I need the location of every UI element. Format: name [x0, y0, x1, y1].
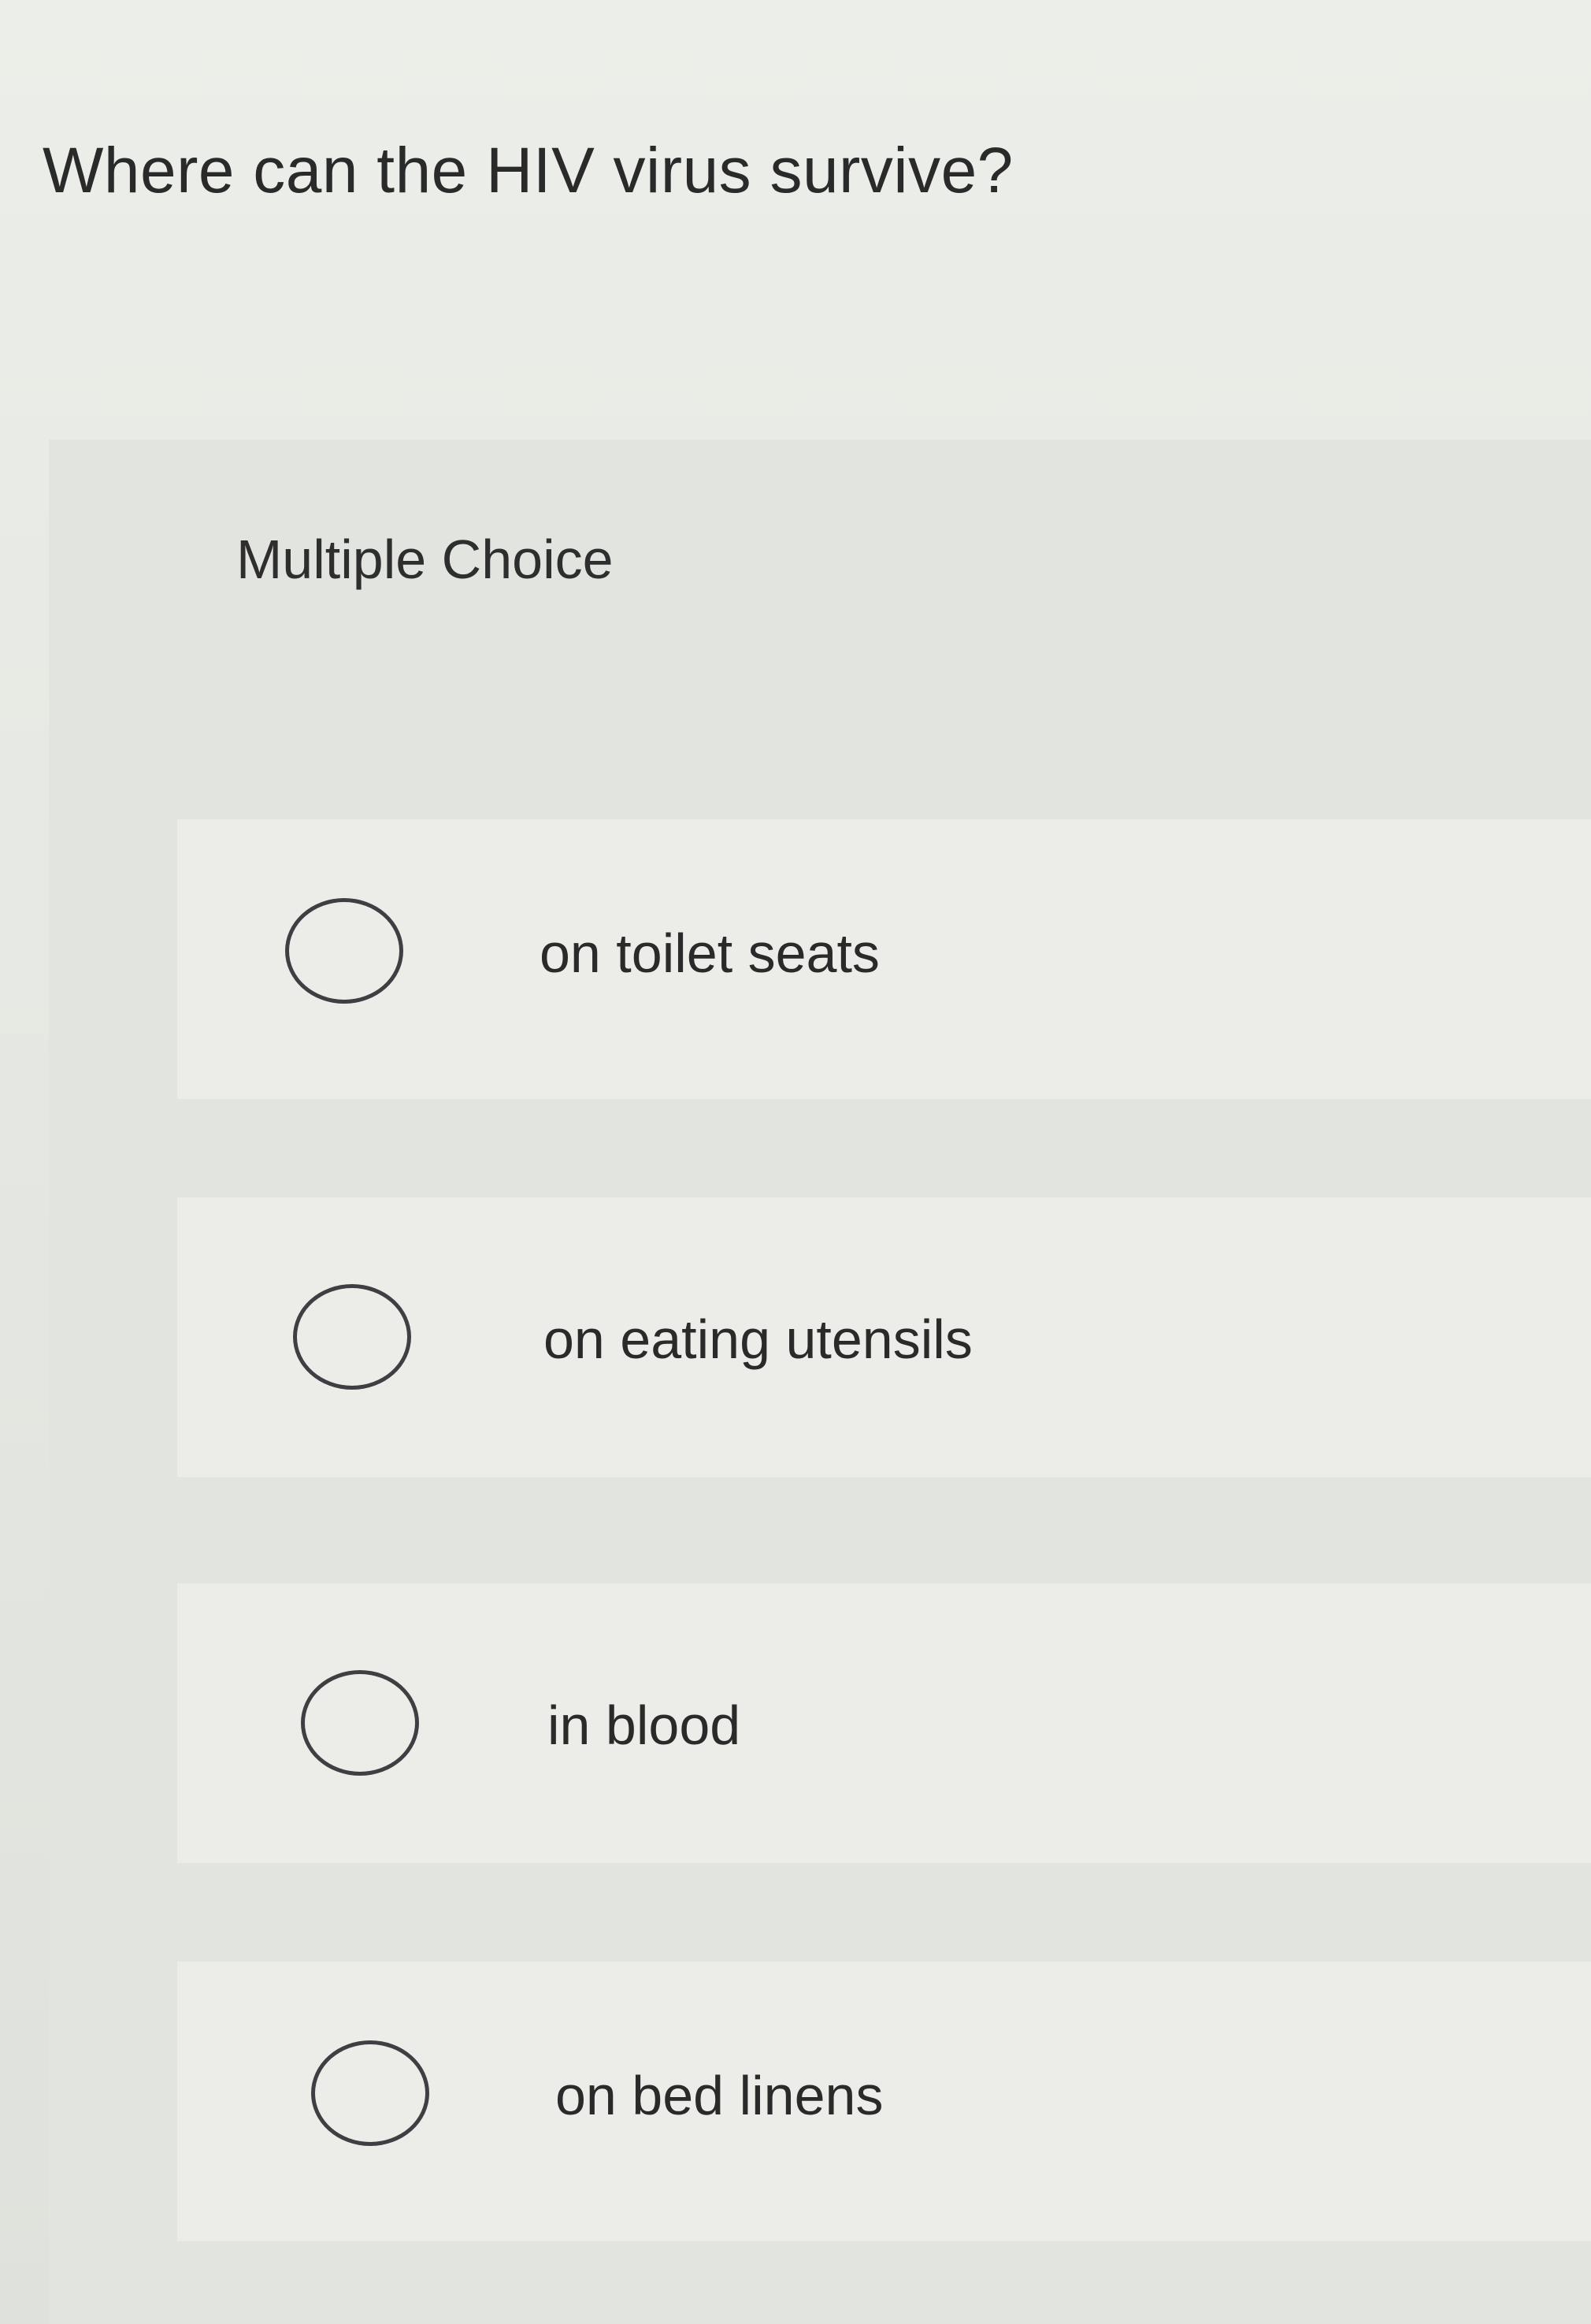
question-type-label: Multiple Choice	[236, 529, 614, 590]
answer-option-on-eating-utensils[interactable]: on eating utensils	[177, 1197, 1591, 1477]
answer-option-label: in blood	[547, 1695, 741, 1756]
answer-option-on-toilet-seats[interactable]: on toilet seats	[177, 819, 1591, 1099]
radio-button-icon[interactable]	[293, 1284, 411, 1390]
answer-option-label: on bed linens	[555, 2065, 884, 2126]
radio-button-icon[interactable]	[311, 2040, 429, 2146]
answer-option-in-blood[interactable]: in blood	[177, 1583, 1591, 1863]
radio-button-icon[interactable]	[285, 898, 403, 1004]
answer-option-label: on eating utensils	[543, 1309, 973, 1370]
answer-option-on-bed-linens[interactable]: on bed linens	[177, 1962, 1591, 2241]
answer-option-label: on toilet seats	[540, 923, 880, 984]
question-text: Where can the HIV virus survive?	[43, 135, 1014, 206]
radio-button-icon[interactable]	[301, 1670, 419, 1776]
